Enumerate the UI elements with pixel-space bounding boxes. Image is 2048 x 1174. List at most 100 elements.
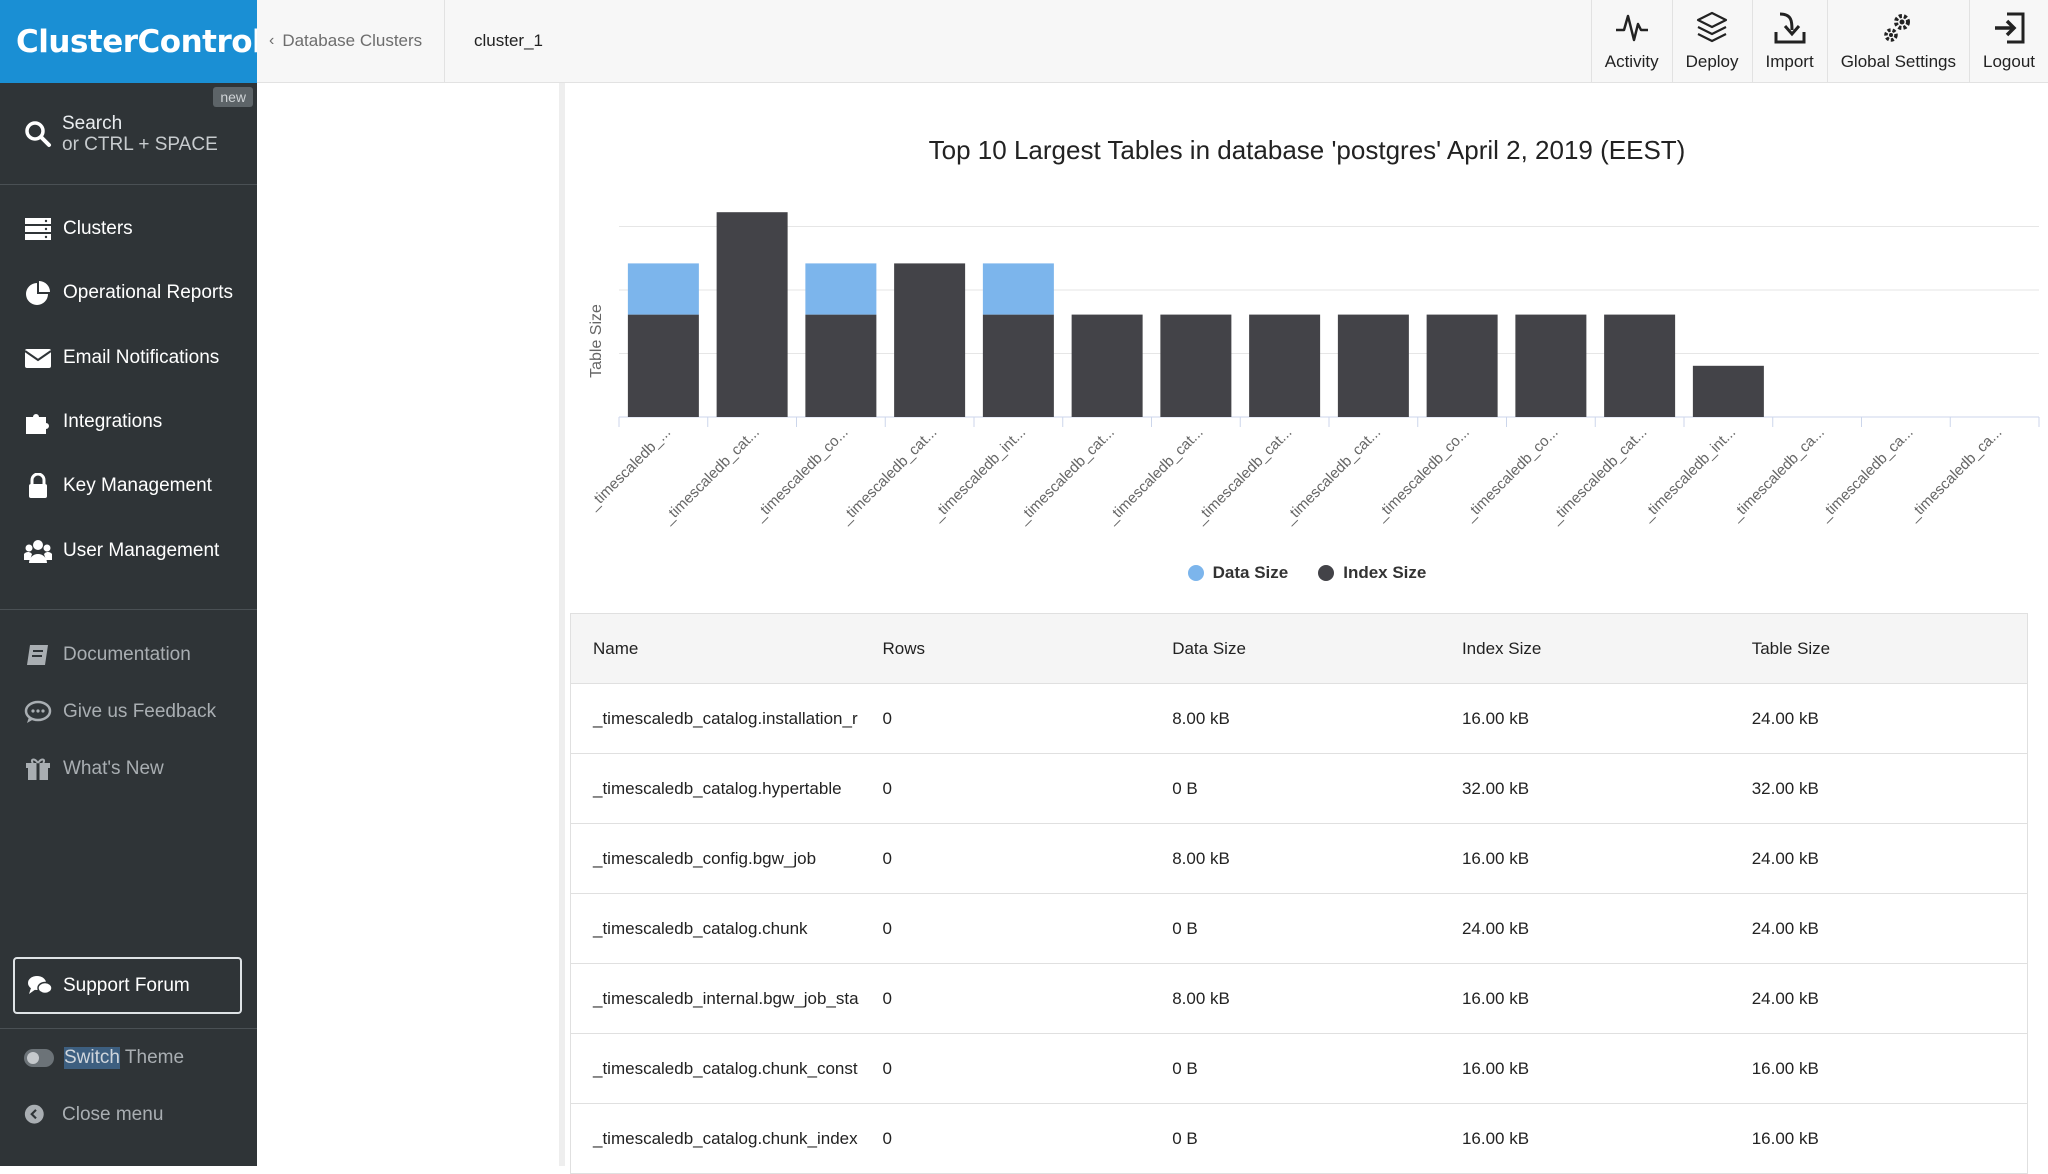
table-row[interactable]: _timescaledb_internal.bgw_job_sta 0 8.00…: [570, 963, 2028, 1034]
cell-rows: 0: [860, 753, 1151, 824]
theme-toggle-switch[interactable]: [24, 1048, 54, 1067]
support-forum-button[interactable]: Support Forum: [13, 957, 242, 1014]
sidebar-item-key-management[interactable]: Key Management: [0, 454, 257, 518]
sidebar-item-clusters[interactable]: Clusters: [0, 197, 257, 261]
sidebar-item-label: Operational Reports: [63, 282, 234, 304]
bar-index-size[interactable]: [1692, 365, 1764, 417]
x-tick-label: _timescaledb_ca...: [1727, 424, 1828, 525]
x-tick-label: _timescaledb_ca...: [1904, 424, 2005, 525]
cell-name: _timescaledb_catalog.hypertable: [570, 753, 861, 824]
column-header-rows[interactable]: Rows: [860, 613, 1151, 684]
bar-index-size[interactable]: [1160, 314, 1232, 417]
bar-index-size[interactable]: [805, 314, 877, 417]
y-axis-label: Table Size: [588, 304, 605, 378]
close-menu-button[interactable]: Close menu: [0, 1086, 257, 1143]
sidebar-item-label: User Management: [63, 539, 220, 561]
table-row[interactable]: _timescaledb_catalog.hypertable 0 0 B 32…: [570, 753, 2028, 824]
sidebar-search[interactable]: new Search or CTRL + SPACE: [0, 83, 257, 185]
tables-table: Name Rows Data Size Index Size Table Siz…: [570, 613, 2028, 1174]
cell-rows: 0: [860, 1103, 1151, 1174]
sidebar-item-documentation[interactable]: Documentation: [0, 626, 257, 683]
bar-index-size[interactable]: [1515, 314, 1587, 417]
bar-index-size[interactable]: [1249, 314, 1321, 417]
sidebar-item-operational-reports[interactable]: Operational Reports: [0, 261, 257, 325]
cell-table-size: 24.00 kB: [1729, 963, 2028, 1034]
report-panel: Table Size _timescaledb_... _timescaledb_c…: [566, 83, 2048, 1174]
x-tick-label: _timescaledb_cat...: [1191, 424, 1295, 528]
bar-data-size[interactable]: [982, 263, 1054, 315]
breadcrumb-back[interactable]: ‹ Database Clusters: [257, 0, 445, 82]
table-row[interactable]: _timescaledb_catalog.chunk_index 0 0 B 1…: [570, 1103, 2028, 1174]
global-settings-button[interactable]: Global Settings: [1826, 0, 1969, 82]
column-header-index-size[interactable]: Index Size: [1439, 613, 1730, 684]
cell-rows: 0: [860, 1033, 1151, 1104]
sidebar: ClusterControl new Search or CTRL + SPAC…: [0, 0, 263, 1166]
legend-item-index-size[interactable]: Index Size: [1318, 563, 1426, 583]
cell-table-size: 24.00 kB: [1729, 823, 2028, 894]
x-tick-label: _timescaledb_co...: [1461, 424, 1562, 525]
cell-data-size: 0 B: [1150, 893, 1440, 964]
cell-table-size: 16.00 kB: [1729, 1103, 2028, 1174]
cell-table-size: 24.00 kB: [1729, 893, 2028, 964]
main-content: Table Size _timescaledb_... _timescaledb_c…: [257, 83, 2048, 1174]
cell-table-size: 16.00 kB: [1729, 1033, 2028, 1104]
bar-data-size[interactable]: [627, 263, 699, 315]
column-header-table-size[interactable]: Table Size: [1729, 613, 2028, 684]
sidebar-item-user-management[interactable]: User Management: [0, 518, 257, 582]
table-row[interactable]: _timescaledb_catalog.chunk 0 0 B 24.00 k…: [570, 893, 2028, 964]
gift-icon: [26, 758, 50, 780]
logout-icon: [1995, 12, 2025, 44]
table-row[interactable]: _timescaledb_catalog.installation_r 0 8.…: [570, 683, 2028, 754]
cell-index-size: 16.00 kB: [1439, 683, 1730, 754]
cell-index-size: 16.00 kB: [1439, 823, 1730, 894]
global-settings-label: Global Settings: [1840, 52, 1956, 71]
bar-index-size[interactable]: [1071, 314, 1143, 417]
bar-index-size[interactable]: [894, 263, 966, 417]
column-header-name[interactable]: Name: [570, 613, 861, 684]
cell-name: _timescaledb_catalog.chunk: [570, 893, 861, 964]
x-tick-label: _timescaledb_cat...: [1103, 424, 1207, 528]
bar-index-size[interactable]: [1426, 314, 1498, 417]
sidebar-item-whats-new[interactable]: What's New: [0, 740, 257, 797]
switch-theme-highlight: Switch: [64, 1046, 120, 1069]
cell-name: _timescaledb_config.bgw_job: [570, 823, 861, 894]
breadcrumb-current: cluster_1: [474, 31, 543, 50]
x-tick-label: _timescaledb_cat...: [1280, 424, 1384, 528]
activity-icon: [1615, 14, 1648, 42]
legend-item-data-size[interactable]: Data Size: [1187, 563, 1288, 583]
sidebar-item-email-notifications[interactable]: Email Notifications: [0, 326, 257, 390]
import-button[interactable]: Import: [1751, 0, 1827, 82]
gears-icon: [1884, 14, 1911, 42]
logout-button[interactable]: Logout: [1969, 0, 2048, 82]
sidebar-item-label: Give us Feedback: [63, 700, 217, 722]
chat-bubble-icon: [24, 700, 52, 723]
search-icon: [25, 120, 51, 147]
sidebar-bottom: Switch Theme Close menu: [0, 1028, 257, 1143]
bar-index-size[interactable]: [627, 314, 699, 417]
activity-label: Activity: [1604, 52, 1659, 71]
switch-theme-toggle[interactable]: Switch Theme: [0, 1029, 257, 1086]
cell-index-size: 16.00 kB: [1439, 1103, 1730, 1174]
puzzle-icon: [26, 414, 49, 435]
switch-theme-label: Theme: [119, 1046, 185, 1068]
sidebar-item-feedback[interactable]: Give us Feedback: [0, 683, 257, 740]
legend-dot: [1318, 565, 1335, 581]
import-label: Import: [1765, 52, 1814, 71]
bar-index-size[interactable]: [1337, 314, 1409, 417]
activity-button[interactable]: Activity: [1590, 0, 1672, 82]
chart-title: Top 10 Largest Tables in database 'postg…: [928, 135, 1686, 165]
cell-name: _timescaledb_internal.bgw_job_sta: [570, 963, 861, 1034]
bar-index-size[interactable]: [982, 314, 1054, 417]
bar-index-size[interactable]: [1604, 314, 1676, 417]
cell-data-size: 8.00 kB: [1150, 823, 1440, 894]
sidebar-item-label: Documentation: [63, 643, 191, 665]
app-logo[interactable]: ClusterControl: [0, 0, 263, 83]
table-row[interactable]: _timescaledb_catalog.chunk_const 0 0 B 1…: [570, 1033, 2028, 1104]
bar-index-size[interactable]: [716, 212, 788, 417]
sidebar-item-integrations[interactable]: Integrations: [0, 390, 257, 454]
x-tick-label: _timescaledb_cat...: [659, 424, 763, 528]
table-row[interactable]: _timescaledb_config.bgw_job 0 8.00 kB 16…: [570, 823, 2028, 894]
bar-data-size[interactable]: [805, 263, 877, 315]
column-header-data-size[interactable]: Data Size: [1150, 613, 1440, 684]
deploy-button[interactable]: Deploy: [1671, 0, 1752, 82]
